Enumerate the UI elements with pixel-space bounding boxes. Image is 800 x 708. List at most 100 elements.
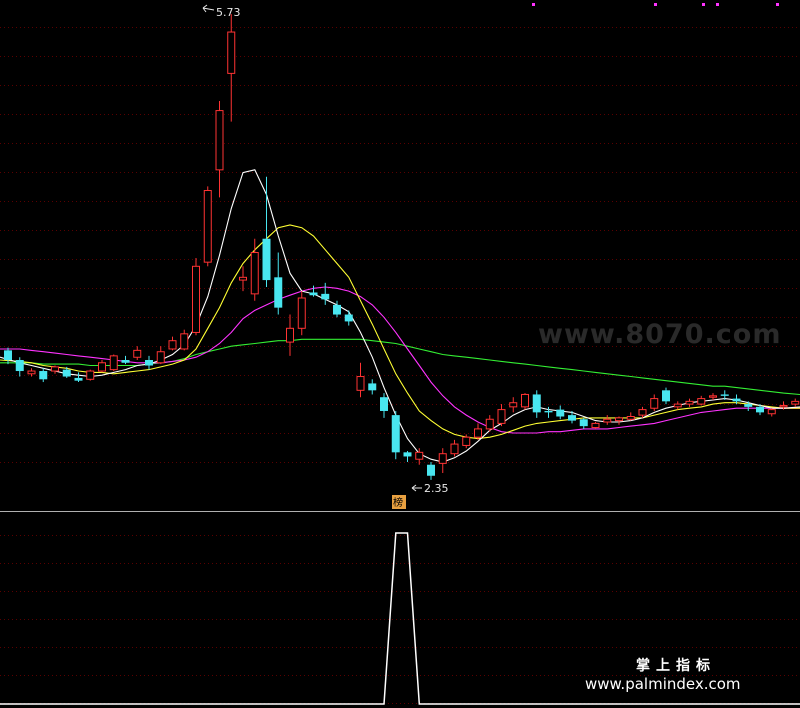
candle xyxy=(556,405,565,420)
candle xyxy=(297,291,306,336)
candle xyxy=(15,357,24,377)
candle-body xyxy=(192,265,200,333)
candle-body xyxy=(333,304,341,315)
candle xyxy=(180,329,189,351)
candle-body xyxy=(39,371,48,380)
candle-body xyxy=(744,404,753,407)
ma-magenta-line xyxy=(0,286,800,434)
candle-body xyxy=(615,417,623,422)
candle-body xyxy=(732,398,741,402)
candle-body xyxy=(509,402,518,408)
candle-body xyxy=(650,398,659,409)
candle-body xyxy=(568,415,576,421)
candle xyxy=(145,355,153,370)
candle xyxy=(168,336,177,351)
candle xyxy=(497,404,506,427)
candle-body xyxy=(709,395,717,398)
candle-body xyxy=(203,190,212,263)
candle-body xyxy=(521,393,529,408)
candle xyxy=(450,439,459,457)
candle xyxy=(203,186,212,267)
candle xyxy=(685,398,694,407)
candle xyxy=(403,450,412,462)
candle xyxy=(27,368,36,377)
candle xyxy=(650,394,659,411)
candle xyxy=(368,379,377,395)
candlestick-chart: www.8070.com 5.73 2.35 榜 掌上指标 www.palmin… xyxy=(0,3,800,705)
candle-body xyxy=(227,31,236,74)
candle-body xyxy=(27,370,36,375)
site-watermark: www.8070.com xyxy=(538,319,781,350)
candle-body xyxy=(297,297,306,329)
candle-body xyxy=(274,277,283,308)
candle xyxy=(791,398,800,407)
candle xyxy=(391,410,400,460)
candle-body xyxy=(121,360,130,363)
brand-url: www.palmindex.com xyxy=(585,675,741,693)
candle-body xyxy=(380,397,388,411)
candle xyxy=(356,362,365,398)
candle xyxy=(274,252,283,315)
candle xyxy=(521,393,529,410)
candle-body xyxy=(791,400,800,405)
candle xyxy=(474,423,482,440)
candle-body xyxy=(438,453,447,464)
candle xyxy=(321,282,330,305)
candle-body xyxy=(603,418,612,423)
candle xyxy=(485,415,494,432)
candle xyxy=(109,354,118,372)
candle xyxy=(121,355,130,365)
candle-body xyxy=(156,351,165,364)
candle-body xyxy=(697,398,706,405)
candle-body xyxy=(779,404,788,408)
candle xyxy=(427,461,435,480)
candle-body xyxy=(98,362,106,372)
moving-averages xyxy=(0,169,800,463)
candle xyxy=(673,401,682,410)
candle xyxy=(603,415,612,425)
candle xyxy=(626,412,635,421)
candle-body xyxy=(497,409,506,424)
candle-body xyxy=(74,377,83,381)
candle-body xyxy=(109,355,118,371)
candle xyxy=(86,369,95,381)
candle-body xyxy=(250,252,259,295)
candle xyxy=(133,346,142,361)
candle-body xyxy=(673,403,682,408)
low-marker-arrow xyxy=(411,484,422,492)
candle-body xyxy=(168,340,177,350)
candle-body xyxy=(556,409,565,417)
badge-label: 榜 xyxy=(393,496,403,509)
candle xyxy=(98,360,106,373)
candle-body xyxy=(427,464,435,476)
candle-body xyxy=(462,436,471,446)
candle-body xyxy=(86,370,95,380)
candle xyxy=(39,368,48,383)
candle xyxy=(239,266,247,292)
candles xyxy=(4,14,800,480)
candle-body xyxy=(321,293,330,300)
candle-body xyxy=(415,451,424,460)
candle xyxy=(286,314,294,356)
candle xyxy=(662,387,670,405)
candle xyxy=(262,176,271,287)
candle-body xyxy=(756,406,764,413)
candle-body xyxy=(685,400,694,405)
candle xyxy=(51,365,59,374)
candle-body xyxy=(180,333,189,350)
candle-body xyxy=(4,350,12,361)
candle-body xyxy=(344,314,353,322)
low-price-label: 2.35 xyxy=(424,482,449,495)
candle-body xyxy=(309,292,318,296)
candle-body xyxy=(368,383,377,391)
candle-body xyxy=(662,390,670,402)
candle xyxy=(767,408,776,417)
candle xyxy=(309,285,318,297)
candle xyxy=(509,397,518,413)
candle xyxy=(215,100,224,198)
candle xyxy=(380,393,388,418)
high-price-label: 5.73 xyxy=(216,6,241,19)
candle-body xyxy=(62,369,71,377)
candle xyxy=(532,390,541,418)
candle-body xyxy=(15,360,24,372)
